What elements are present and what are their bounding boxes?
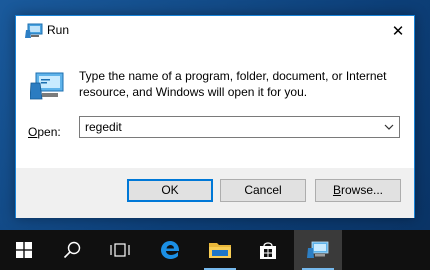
task-view-button[interactable] [96,230,144,270]
start-button[interactable] [0,230,48,270]
dialog-body: Type the name of a program, folder, docu… [16,46,414,168]
edge-icon [161,241,180,259]
chevron-down-icon[interactable] [382,120,396,134]
ok-button[interactable]: OK [127,179,213,202]
open-label-access-key: O [28,125,38,139]
edge-button[interactable] [146,230,194,270]
title-bar[interactable]: Run ✕ [16,16,414,46]
store-icon [260,242,276,259]
run-program-icon [30,72,64,100]
open-combobox[interactable] [79,116,400,138]
browse-button[interactable]: Browse... [315,179,401,202]
task-view-icon [110,243,130,257]
run-icon [307,241,329,258]
taskbar [0,230,430,270]
run-taskbar-button[interactable] [294,230,342,270]
window-title: Run [47,23,70,37]
browse-access-key: B [332,183,341,197]
search-icon [63,241,81,259]
store-button[interactable] [244,230,292,270]
dialog-description: Type the name of a program, folder, docu… [79,69,387,99]
search-button[interactable] [48,230,96,270]
browse-label: rowse... [341,183,384,197]
file-explorer-button[interactable] [196,230,244,270]
run-dialog: Run ✕ Type the name of a program, folder… [15,15,415,218]
open-input[interactable] [80,117,375,137]
open-label: Open: [28,125,61,139]
file-explorer-icon [209,243,231,258]
close-icon: ✕ [391,22,405,40]
open-label-text: pen: [37,125,61,139]
close-button[interactable]: ✕ [382,16,414,45]
run-icon [25,23,43,38]
dialog-footer: OK Cancel Browse... [16,168,414,218]
cancel-button[interactable]: Cancel [220,179,306,202]
start-icon [16,242,32,258]
